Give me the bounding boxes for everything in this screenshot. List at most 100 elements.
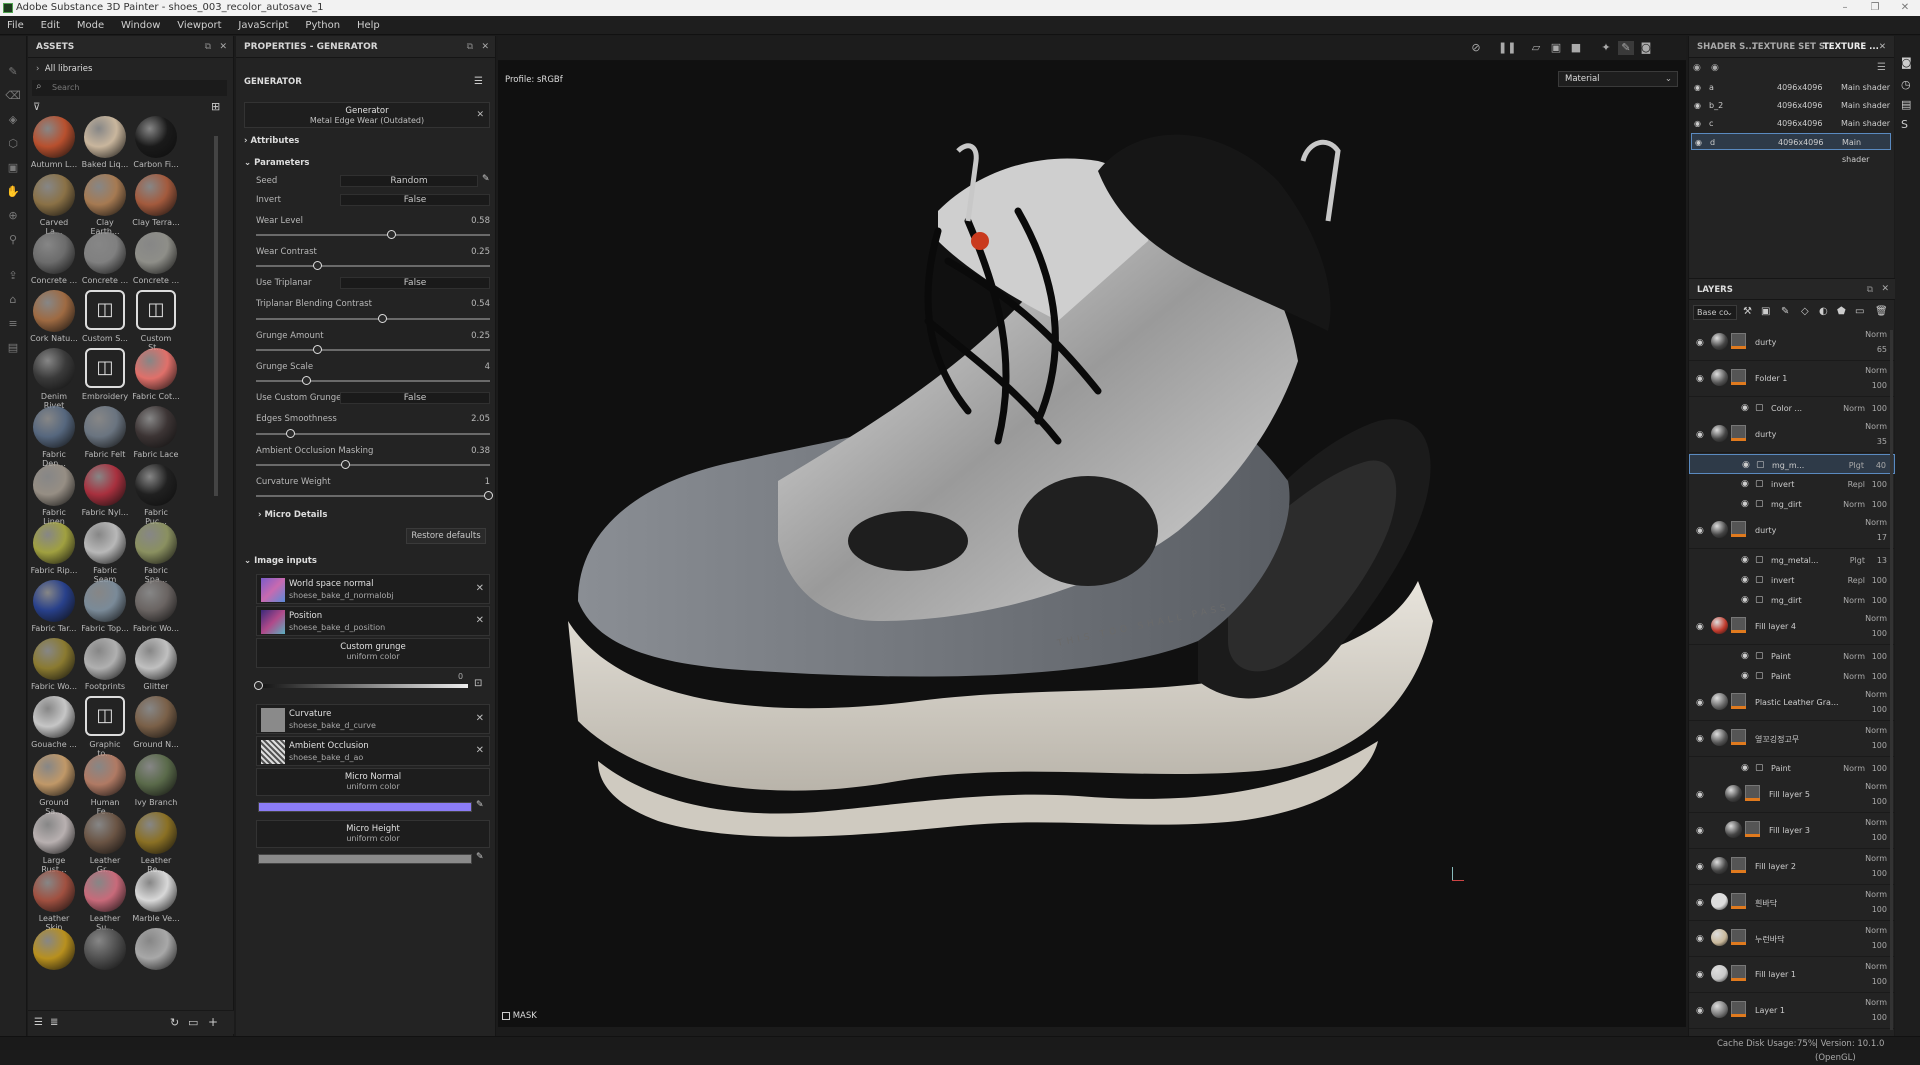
hide-ui-icon[interactable]: ⊘	[1468, 41, 1484, 55]
asset-item[interactable]	[81, 928, 129, 972]
menu-viewport[interactable]: Viewport	[170, 16, 228, 35]
slider-knob[interactable]	[484, 491, 493, 500]
close-assets-icon[interactable]: ✕	[219, 36, 227, 58]
effect-row[interactable]: ◉ ▢ Color ... Norm 100	[1689, 398, 1895, 418]
generator-selector[interactable]: Generator Metal Edge Wear (Outdated) ✕	[244, 102, 490, 128]
grid-view-icon[interactable]: ⊞	[211, 100, 220, 113]
ao-masking-slider[interactable]	[256, 460, 490, 469]
add-asset-icon[interactable]: +	[208, 1015, 218, 1029]
asset-item[interactable]: Fabric Tar...	[30, 580, 78, 633]
layer-blend-mode[interactable]: Norm	[1865, 926, 1887, 935]
texture-set-row[interactable]: ◉ b_2 4096x4096 Main shader	[1691, 97, 1891, 114]
menu-window[interactable]: Window	[114, 16, 167, 35]
layer-opacity[interactable]: 100	[1872, 977, 1887, 986]
menu-icon[interactable]: ☰	[1877, 62, 1886, 73]
effect-opacity[interactable]: 100	[1872, 596, 1887, 605]
clear-icon[interactable]: ✕	[476, 615, 484, 626]
effect-row[interactable]: ◉ ▢ mg_dirt Norm 100	[1689, 590, 1895, 610]
effect-opacity[interactable]: 100	[1872, 652, 1887, 661]
asset-item[interactable]: Concrete ...	[81, 232, 129, 285]
effect-row[interactable]: ◉ ▢ mg_metal... Plgt 13	[1689, 550, 1895, 570]
effect-opacity[interactable]: 100	[1872, 480, 1887, 489]
eye-icon[interactable]: ◉	[1696, 698, 1704, 708]
layers-scrollbar[interactable]	[1890, 330, 1893, 1030]
layer-blend-mode[interactable]: Norm	[1865, 614, 1887, 623]
float-panel-icon[interactable]: ⧉	[205, 36, 211, 58]
asset-item[interactable]: Leather Re...	[132, 812, 180, 874]
effect-blend[interactable]: Norm	[1843, 672, 1865, 681]
layer-blend-mode[interactable]: Norm	[1865, 962, 1887, 971]
asset-item[interactable]: Autumn L...	[30, 116, 78, 169]
asset-item[interactable]: Denim Rivet	[30, 348, 78, 410]
tab-shader-settings[interactable]: SHADER S...	[1697, 36, 1755, 58]
menu-mode[interactable]: Mode	[70, 16, 111, 35]
use-custom-grunge-dropdown[interactable]: False	[340, 392, 490, 404]
asset-item[interactable]: Ground Sa...	[30, 754, 78, 816]
effect-blend[interactable]: Norm	[1843, 596, 1865, 605]
effect-row[interactable]: ◉ ▢ mg_dirt Norm 100	[1689, 494, 1895, 514]
channel-dropdown[interactable]: Base co ⌄	[1693, 305, 1737, 320]
effect-blend[interactable]: Norm	[1843, 764, 1865, 773]
curvature-weight-slider[interactable]	[256, 491, 493, 500]
pause-icon[interactable]: ❚❚	[1498, 41, 1516, 55]
list-settings-icon[interactable]: ☰	[34, 1017, 43, 1028]
mask-toggle[interactable]: MASK	[502, 1011, 537, 1021]
layer-row[interactable]: ◉ Layer 1 Norm 100	[1689, 994, 1895, 1029]
layer-row[interactable]: ◉ Fill layer 2 Norm 100	[1689, 850, 1895, 885]
layer-row[interactable]: ◉ 옆꼬깅정고무 Norm 100	[1689, 722, 1895, 757]
layer-blend-mode[interactable]: Norm	[1865, 782, 1887, 791]
asset-item[interactable]: Large Rust...	[30, 812, 78, 874]
asset-item[interactable]: Clay Earth...	[81, 174, 129, 236]
eyedropper-icon[interactable]: ✎	[476, 800, 484, 810]
attributes-section[interactable]: › Attributes	[244, 136, 299, 146]
color-picker-icon[interactable]: ⚲	[5, 232, 21, 248]
layer-opacity[interactable]: 100	[1872, 797, 1887, 806]
asset-item[interactable]: Fabric Top...	[81, 580, 129, 633]
menu-python[interactable]: Python	[298, 16, 347, 35]
asset-item[interactable]: Fabric Nyl...	[81, 464, 129, 517]
close-properties-icon[interactable]: ✕	[481, 36, 489, 58]
layer-opacity[interactable]: 35	[1877, 437, 1887, 446]
camera-icon[interactable]: ■	[1568, 41, 1584, 55]
eye-icon[interactable]: ◉	[1695, 134, 1702, 151]
layer-opacity[interactable]: 100	[1872, 629, 1887, 638]
close-window-icon[interactable]: ✕	[1890, 0, 1920, 16]
micro-height-color-swatch[interactable]	[258, 854, 472, 864]
add-mask-icon[interactable]: ▣	[1761, 306, 1770, 317]
close-layers-icon[interactable]: ✕	[1881, 284, 1889, 294]
asset-item[interactable]: Footprints	[81, 638, 129, 691]
asset-item[interactable]: Fabric Den...	[30, 406, 78, 468]
layer-blend-mode[interactable]: Norm	[1865, 818, 1887, 827]
export-icon[interactable]: ▤	[5, 340, 21, 356]
layer-blend-mode[interactable]: Norm	[1865, 690, 1887, 699]
layer-row[interactable]: ◉ Fill layer 5 Norm 100	[1689, 778, 1895, 813]
asset-item[interactable]: Baked Liq...	[81, 116, 129, 169]
asset-item[interactable]: Fabric Rip...	[30, 522, 78, 575]
micro-details-section[interactable]: › Micro Details	[258, 510, 327, 520]
add-folder-icon[interactable]: ▭	[1855, 306, 1864, 317]
effect-blend[interactable]: Norm	[1843, 500, 1865, 509]
effect-blend[interactable]: Repl	[1848, 480, 1865, 489]
display-settings-icon[interactable]: ◙	[1901, 56, 1912, 69]
text-tool-icon[interactable]: ≡	[5, 316, 21, 332]
minimize-icon[interactable]: –	[1830, 0, 1860, 16]
layer-row[interactable]: ◉ 흰바닥 Norm 100	[1689, 886, 1895, 921]
eye-icon[interactable]: ◉	[1741, 499, 1749, 509]
effect-blend[interactable]: Plgt	[1850, 556, 1865, 565]
eraser-icon[interactable]: ⌫	[5, 88, 21, 104]
effect-row[interactable]: ◉ ▢ mg_m... Plgt 40	[1689, 454, 1895, 474]
image-inputs-section[interactable]: ⌄ Image inputs	[244, 556, 317, 566]
slider-knob[interactable]	[302, 376, 311, 385]
layer-blend-mode[interactable]: Norm	[1865, 366, 1887, 375]
asset-item[interactable]: Ground N...	[132, 696, 180, 749]
layer-opacity[interactable]: 65	[1877, 345, 1887, 354]
asset-item[interactable]: Fabric Spa...	[132, 522, 180, 584]
layer-blend-mode[interactable]: Norm	[1865, 726, 1887, 735]
layer-opacity[interactable]: 100	[1872, 833, 1887, 842]
asset-item[interactable]: Marble Ve...	[132, 870, 180, 923]
library-selector[interactable]: › All libraries	[36, 64, 92, 74]
eye-icon[interactable]: ◉	[1696, 338, 1704, 348]
eye-icon[interactable]: ◉	[1694, 97, 1701, 114]
float-panel-icon[interactable]: ⧉	[1867, 285, 1873, 295]
image-picker-icon[interactable]: ⊡	[474, 678, 482, 689]
